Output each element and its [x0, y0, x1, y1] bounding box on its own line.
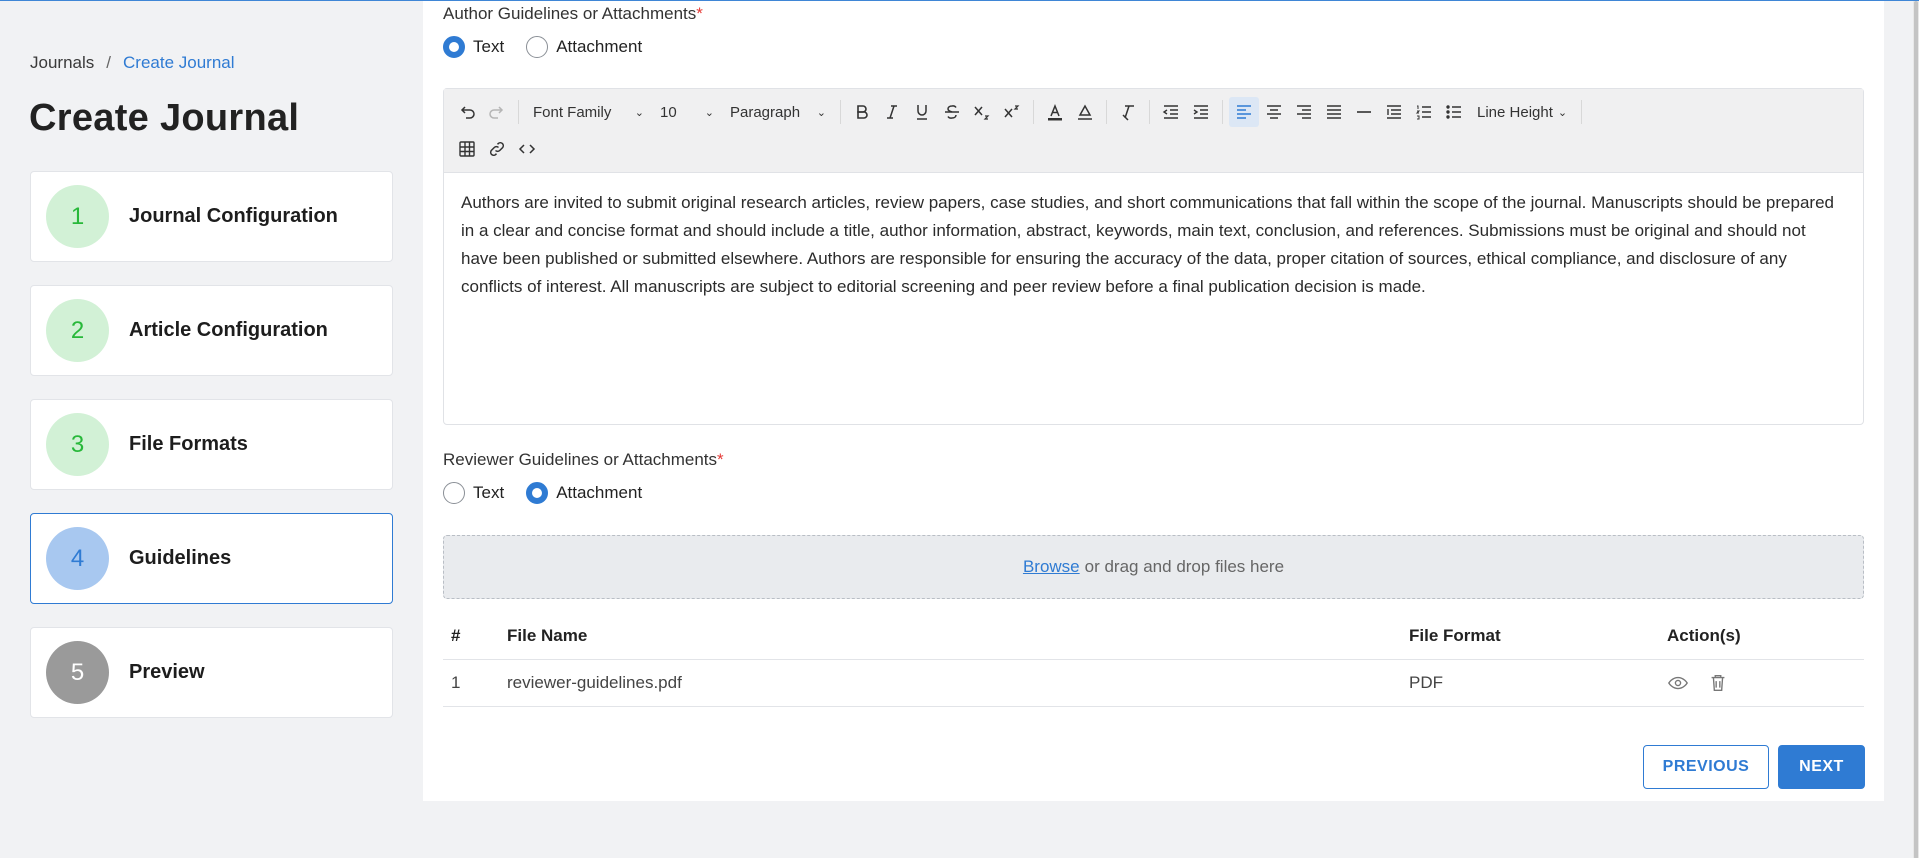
- stepper: 1 Journal Configuration 2 Article Config…: [30, 171, 393, 741]
- align-right-icon[interactable]: [1289, 97, 1319, 127]
- toolbar-divider: [1222, 100, 1223, 124]
- clear-formatting-icon[interactable]: [1113, 97, 1143, 127]
- files-table: # File Name File Format Action(s) 1 revi…: [443, 613, 1864, 707]
- browse-link[interactable]: Browse: [1023, 557, 1080, 577]
- column-header-file-name: File Name: [507, 626, 588, 645]
- chevron-down-icon: ⌄: [704, 106, 714, 119]
- radio-empty-icon: [443, 482, 465, 504]
- step-label: File Formats: [129, 433, 248, 455]
- delete-trash-icon[interactable]: [1707, 671, 1731, 695]
- align-center-icon[interactable]: [1259, 97, 1289, 127]
- bold-icon[interactable]: [847, 97, 877, 127]
- step-number: 1: [46, 185, 109, 248]
- next-button[interactable]: NEXT: [1778, 745, 1865, 789]
- radio-empty-icon: [526, 36, 549, 58]
- author-attachment-radio[interactable]: Attachment: [526, 36, 642, 58]
- underline-icon[interactable]: [907, 97, 937, 127]
- radio-selected-icon: [443, 36, 465, 58]
- ordered-list-icon[interactable]: [1409, 97, 1439, 127]
- step-journal-configuration[interactable]: 1 Journal Configuration: [30, 171, 393, 262]
- italic-icon[interactable]: [877, 97, 907, 127]
- toolbar-divider: [1106, 100, 1107, 124]
- redo-icon[interactable]: [482, 97, 512, 127]
- toolbar-divider: [1033, 100, 1034, 124]
- reviewer-attachment-radio[interactable]: Attachment: [526, 482, 642, 504]
- horizontal-rule-icon[interactable]: [1349, 97, 1379, 127]
- chevron-down-icon: ⌄: [1557, 106, 1568, 119]
- reviewer-guidelines-radio-group: Text Attachment: [443, 482, 664, 504]
- step-number: 2: [46, 299, 109, 362]
- step-guidelines[interactable]: 4 Guidelines: [30, 513, 393, 604]
- step-number: 5: [46, 641, 109, 704]
- previous-button[interactable]: PREVIOUS: [1643, 745, 1769, 789]
- block-quote-icon[interactable]: [1379, 97, 1409, 127]
- row-actions: [1667, 671, 1864, 695]
- indent-icon[interactable]: [1186, 97, 1216, 127]
- text-color-icon[interactable]: [1040, 97, 1070, 127]
- scrollbar-thumb[interactable]: [1914, 1, 1918, 858]
- align-left-icon[interactable]: [1229, 97, 1259, 127]
- block-format-select[interactable]: Paragraph ⌄: [722, 97, 834, 127]
- step-preview[interactable]: 5 Preview: [30, 627, 393, 718]
- column-header-file-format: File Format: [1409, 626, 1501, 645]
- required-marker: *: [696, 4, 703, 23]
- step-label: Guidelines: [129, 547, 232, 569]
- toolbar-divider: [518, 100, 519, 124]
- view-eye-icon[interactable]: [1667, 671, 1691, 695]
- undo-icon[interactable]: [452, 97, 482, 127]
- table-row: 1 reviewer-guidelines.pdf PDF: [443, 660, 1864, 707]
- step-number: 4: [46, 527, 109, 590]
- rich-text-editor: Font Family ⌄ 10 ⌄ Paragraph ⌄ Line Heig…: [443, 88, 1864, 425]
- file-dropzone[interactable]: Browse or drag and drop files here: [443, 535, 1864, 599]
- breadcrumb-journals-link[interactable]: Journals: [30, 53, 94, 73]
- file-name: reviewer-guidelines.pdf: [507, 673, 682, 692]
- reviewer-guidelines-label: Reviewer Guidelines or Attachments*: [443, 450, 724, 469]
- source-code-icon[interactable]: [512, 134, 542, 164]
- step-label: Preview: [129, 661, 205, 683]
- align-justify-icon[interactable]: [1319, 97, 1349, 127]
- row-number: 1: [451, 673, 461, 692]
- radio-selected-icon: [526, 482, 549, 504]
- step-label: Journal Configuration: [129, 205, 338, 227]
- step-label: Article Configuration: [129, 319, 328, 341]
- editor-toolbar: Font Family ⌄ 10 ⌄ Paragraph ⌄ Line Heig…: [444, 89, 1863, 173]
- link-icon[interactable]: [482, 134, 512, 164]
- chevron-down-icon: ⌄: [816, 106, 826, 119]
- toolbar-divider: [840, 100, 841, 124]
- highlight-color-icon[interactable]: [1070, 97, 1100, 127]
- column-header-actions: Action(s): [1667, 626, 1741, 645]
- editor-content[interactable]: Authors are invited to submit original r…: [444, 173, 1863, 317]
- column-header-number: #: [451, 626, 461, 645]
- table-header-row: # File Name File Format Action(s): [443, 613, 1864, 660]
- file-format: PDF: [1409, 673, 1443, 692]
- required-marker: *: [717, 450, 724, 469]
- line-height-select[interactable]: Line Height ⌄: [1469, 97, 1575, 127]
- chevron-down-icon: ⌄: [634, 106, 644, 119]
- author-text-radio[interactable]: Text: [443, 36, 504, 58]
- reviewer-text-radio[interactable]: Text: [443, 482, 504, 504]
- author-guidelines-label: Author Guidelines or Attachments*: [443, 4, 703, 23]
- strikethrough-icon[interactable]: [937, 97, 967, 127]
- page-scrollbar[interactable]: [1913, 1, 1919, 858]
- step-article-configuration[interactable]: 2 Article Configuration: [30, 285, 393, 376]
- sidebar: Journals / Create Journal Create Journal…: [0, 1, 420, 858]
- author-guidelines-radio-group: Text Attachment: [443, 36, 664, 58]
- font-size-select[interactable]: 10 ⌄: [652, 97, 722, 127]
- breadcrumb-separator: /: [106, 53, 111, 72]
- step-file-formats[interactable]: 3 File Formats: [30, 399, 393, 490]
- outdent-icon[interactable]: [1156, 97, 1186, 127]
- dropzone-hint: or drag and drop files here: [1084, 557, 1285, 576]
- toolbar-divider: [1149, 100, 1150, 124]
- step-number: 3: [46, 413, 109, 476]
- toolbar-divider: [1581, 100, 1583, 124]
- bullet-list-icon[interactable]: [1439, 97, 1469, 127]
- breadcrumb: Journals / Create Journal: [30, 53, 235, 73]
- subscript-icon[interactable]: [967, 97, 997, 127]
- font-family-select[interactable]: Font Family ⌄: [525, 97, 652, 127]
- superscript-icon[interactable]: [997, 97, 1027, 127]
- guidelines-panel: Author Guidelines or Attachments* Text A…: [423, 1, 1884, 801]
- breadcrumb-current: Create Journal: [123, 53, 235, 72]
- page-title: Create Journal: [29, 97, 300, 139]
- table-icon[interactable]: [452, 134, 482, 164]
